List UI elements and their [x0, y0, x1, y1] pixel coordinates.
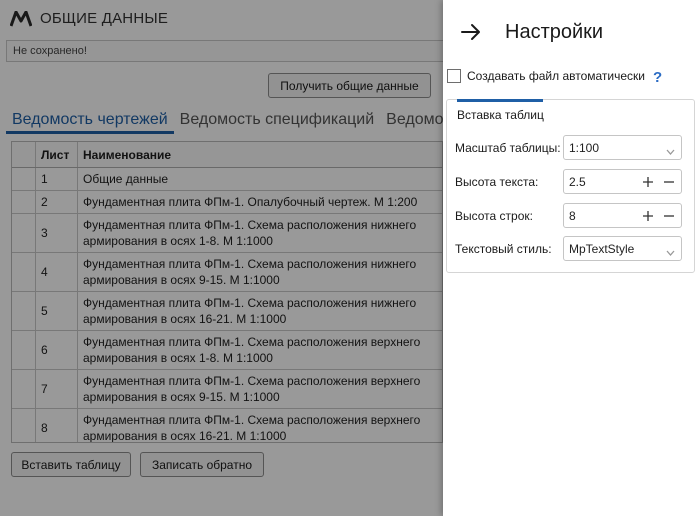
auto-create-file-label: Создавать файл автоматически [467, 69, 645, 83]
chevron-down-icon[interactable] [666, 144, 675, 158]
plus-icon[interactable] [639, 173, 657, 191]
text-style-field: Текстовый стиль: MpTextStyle [455, 236, 682, 261]
text-height-input[interactable]: 2.5 [563, 169, 682, 194]
row-height-input[interactable]: 8 [563, 203, 682, 228]
table-insert-group: Вставка таблиц Масштаб таблицы: 1:100 Вы… [446, 99, 695, 273]
plus-icon[interactable] [639, 207, 657, 225]
group-tab-indicator [457, 99, 543, 102]
settings-panel: Настройки Создавать файл автоматически ?… [443, 0, 700, 516]
group-title: Вставка таблиц [457, 108, 544, 122]
auto-create-file-option[interactable]: Создавать файл автоматически [447, 69, 645, 83]
scale-label: Масштаб таблицы: [455, 140, 561, 155]
auto-create-file-checkbox[interactable] [447, 69, 461, 83]
row-height-value: 8 [569, 208, 576, 223]
text-height-field: Высота текста: 2.5 [455, 169, 682, 194]
text-style-label: Текстовый стиль: [455, 241, 552, 256]
minus-icon[interactable] [660, 173, 678, 191]
help-icon[interactable]: ? [653, 69, 662, 86]
chevron-down-icon[interactable] [666, 245, 675, 259]
scale-select[interactable]: 1:100 [563, 135, 682, 160]
scale-field: Масштаб таблицы: 1:100 [455, 135, 682, 160]
minus-icon[interactable] [660, 207, 678, 225]
text-style-select[interactable]: MpTextStyle [563, 236, 682, 261]
text-height-value: 2.5 [569, 174, 586, 189]
text-style-value: MpTextStyle [569, 241, 635, 256]
arrow-right-icon[interactable] [459, 20, 483, 44]
scale-value: 1:100 [569, 140, 600, 155]
row-height-field: Высота строк: 8 [455, 203, 682, 228]
row-height-label: Высота строк: [455, 208, 533, 223]
text-height-label: Высота текста: [455, 174, 539, 189]
settings-title: Настройки [505, 21, 604, 43]
